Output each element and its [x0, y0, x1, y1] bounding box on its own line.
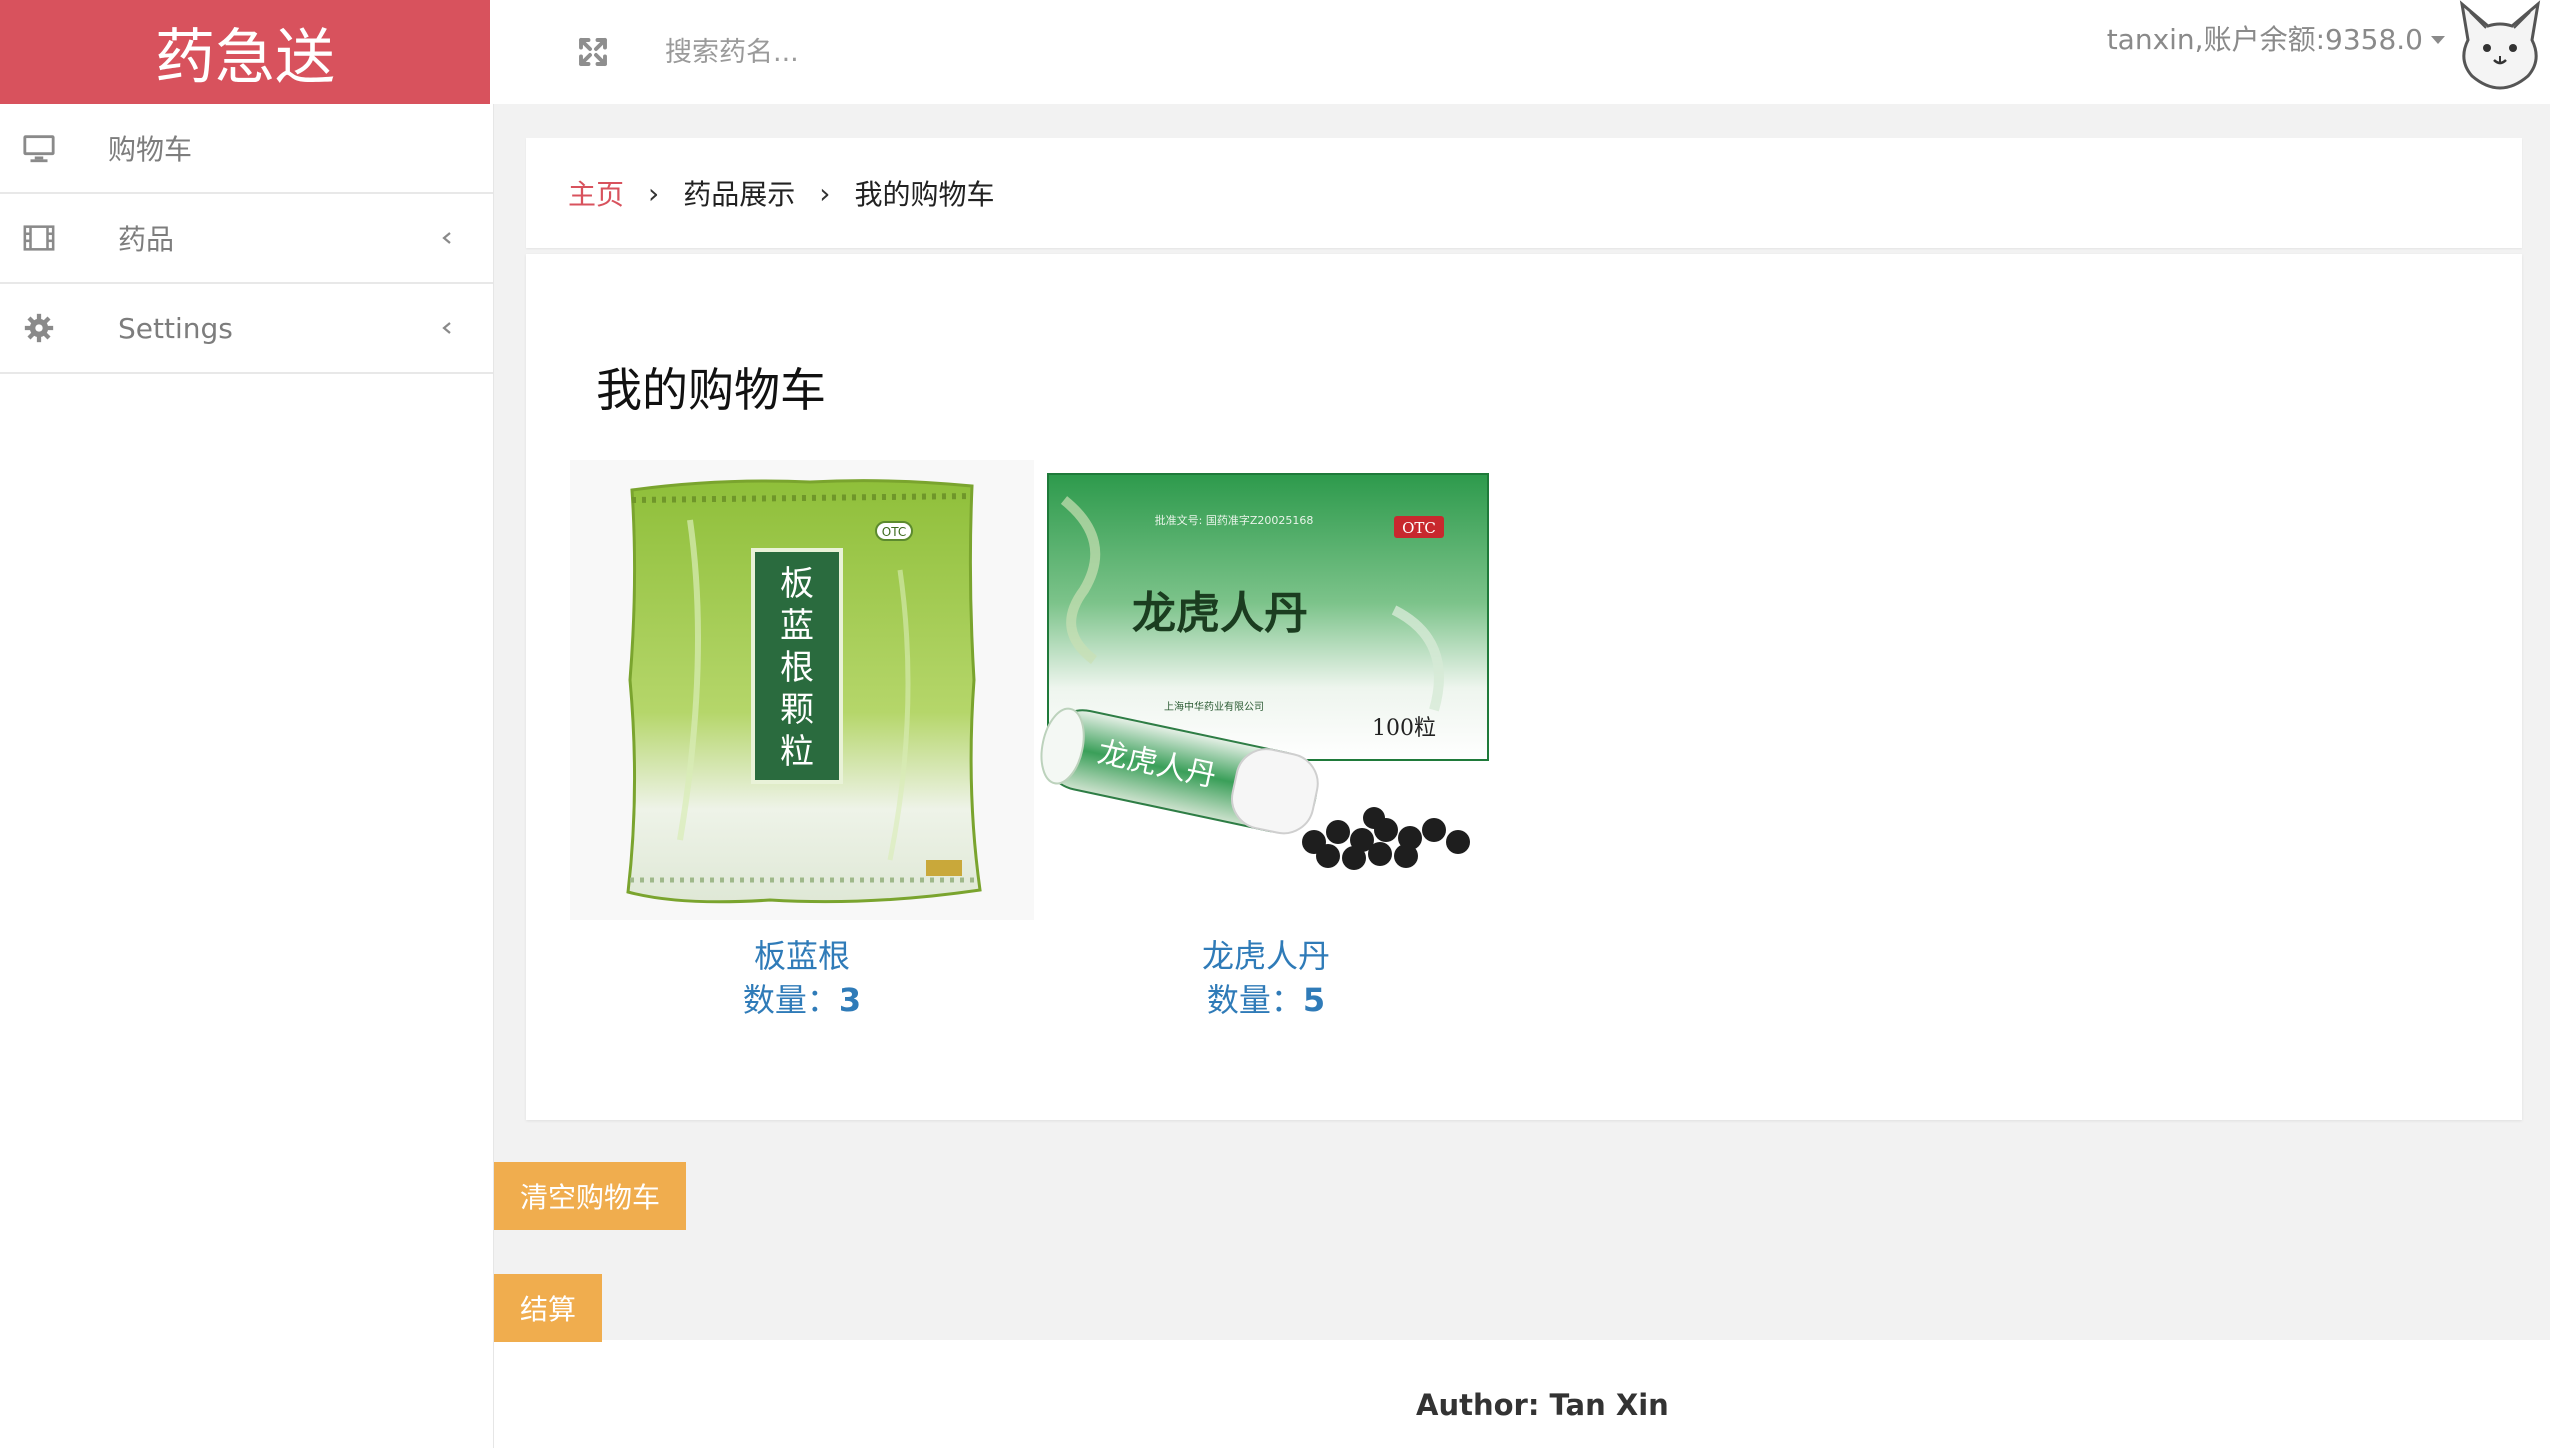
product-image-banlangen[interactable]: 板 蓝 根 颗 粒 OTC [570, 460, 1034, 920]
user-balance-label: tanxin,账户余额:9358.0 [2106, 23, 2423, 56]
product-image-longhu-rendan[interactable]: OTC 批准文号: 国药准字Z20025168 龙虎人丹 100粒 上海中华药业… [1034, 460, 1498, 920]
sidebar-item-label: Settings [118, 311, 233, 345]
svg-text:颗: 颗 [780, 690, 814, 730]
sidebar: 购物车 药品 Settings [0, 104, 494, 1448]
quantity-label: 数量： [742, 981, 839, 1019]
breadcrumb-home-link[interactable]: 主页 [568, 173, 624, 213]
product-name-link[interactable]: 板蓝根 [570, 934, 1034, 978]
svg-text:龙虎人丹: 龙虎人丹 [1132, 588, 1308, 639]
sidebar-item-label: 购物车 [108, 133, 193, 166]
chevron-left-icon [442, 232, 451, 244]
breadcrumb: 主页 › 药品展示 › 我的购物车 [526, 138, 2522, 248]
cart-item: OTC 批准文号: 国药准字Z20025168 龙虎人丹 100粒 上海中华药业… [1034, 460, 1498, 1022]
caret-down-icon [2431, 36, 2445, 44]
top-navbar: tanxin,账户余额:9358.0 [490, 0, 2550, 104]
svg-text:OTC: OTC [882, 525, 906, 539]
checkout-button[interactable]: 结算 [494, 1274, 602, 1342]
brand-logo[interactable]: 药急送 [0, 0, 490, 104]
sidebar-item-cart[interactable]: 购物车 [0, 104, 493, 194]
main-content: 主页 › 药品展示 › 我的购物车 我的购物车 板 蓝 根 颗 粒 OTC 板蓝… [494, 104, 2550, 1340]
sidebar-item-settings[interactable]: Settings [0, 284, 493, 374]
breadcrumb-separator-icon: › [648, 176, 660, 210]
product-quantity: 数量：3 [570, 978, 1034, 1022]
product-quantity: 数量：5 [1034, 978, 1498, 1022]
package-text: 板 [780, 564, 814, 604]
quantity-value: 5 [1302, 981, 1326, 1019]
clear-cart-button[interactable]: 清空购物车 [494, 1162, 686, 1230]
footer-author: Author: Tan Xin [1416, 1388, 1669, 1422]
page-title: 我的购物车 [596, 363, 826, 417]
user-account-dropdown[interactable]: tanxin,账户余额:9358.0 [2107, 18, 2445, 58]
cart-panel: 我的购物车 板 蓝 根 颗 粒 OTC 板蓝根 数量：3 OTC 批准文号: 国… [526, 254, 2522, 1120]
svg-text:OTC: OTC [1402, 519, 1436, 537]
breadcrumb-medicine-display[interactable]: 药品展示 [683, 173, 795, 213]
cart-item: 板 蓝 根 颗 粒 OTC 板蓝根 数量：3 [570, 460, 1034, 1022]
avatar[interactable] [2454, 0, 2546, 92]
product-name-link[interactable]: 龙虎人丹 [1034, 934, 1498, 978]
search-input[interactable] [665, 24, 1165, 80]
quantity-label: 数量： [1206, 981, 1303, 1019]
svg-text:100粒: 100粒 [1372, 716, 1436, 741]
svg-text:批准文号: 国药准字Z20025168: 批准文号: 国药准字Z20025168 [1155, 513, 1314, 527]
sidebar-item-label: 药品 [118, 223, 175, 256]
fullscreen-icon[interactable] [575, 34, 611, 70]
quantity-value: 3 [838, 981, 862, 1019]
svg-text:上海中华药业有限公司: 上海中华药业有限公司 [1164, 700, 1264, 713]
film-icon [23, 225, 55, 251]
svg-text:粒: 粒 [780, 732, 814, 772]
svg-text:根: 根 [780, 648, 814, 688]
svg-text:蓝: 蓝 [780, 606, 814, 646]
breadcrumb-separator-icon: › [819, 176, 831, 210]
breadcrumb-current: 我的购物车 [854, 178, 995, 211]
gear-icon [24, 313, 54, 343]
sidebar-item-medicine[interactable]: 药品 [0, 194, 493, 284]
monitor-icon [23, 135, 55, 163]
chevron-left-icon [442, 322, 451, 334]
